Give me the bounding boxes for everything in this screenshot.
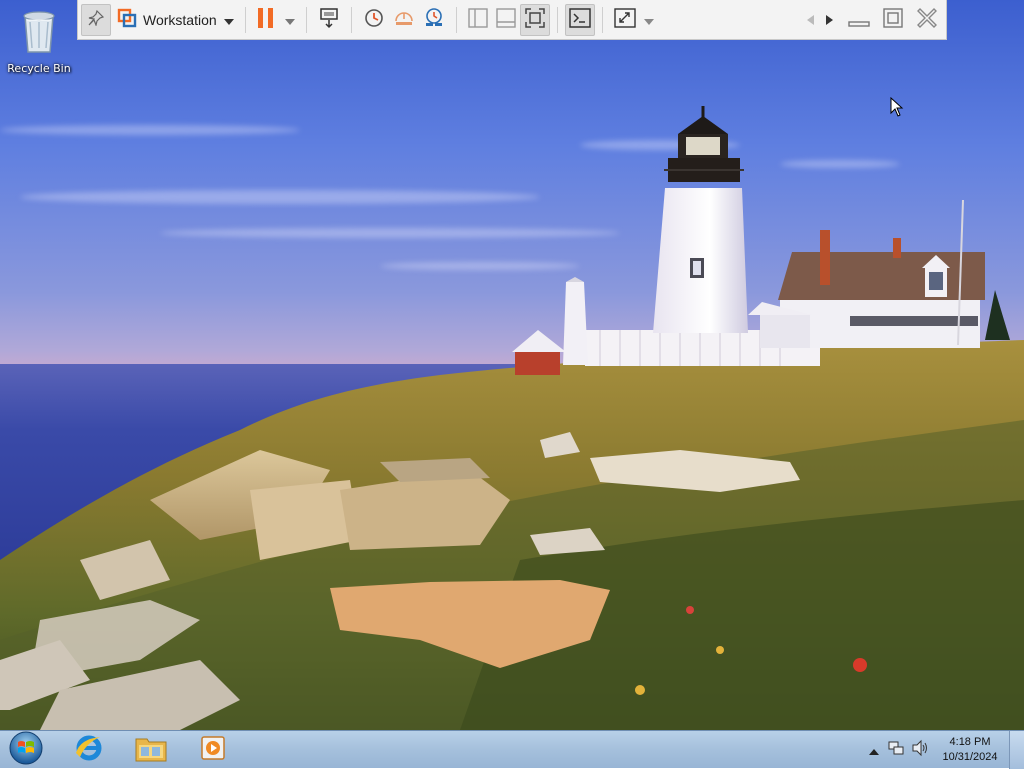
windows-explorer-icon <box>135 734 167 766</box>
close-button[interactable] <box>910 4 944 36</box>
pause-button[interactable] <box>253 4 299 36</box>
recycle-bin-label: Recycle Bin <box>7 62 71 75</box>
send-ctrl-alt-del-button[interactable] <box>314 4 344 36</box>
minimize-icon <box>848 8 870 32</box>
taskbar-windows-explorer[interactable] <box>124 733 178 767</box>
nav-left-button[interactable] <box>802 4 820 36</box>
snapshot-manager-button[interactable] <box>419 4 449 36</box>
toolbar-separator <box>244 6 246 33</box>
system-tray: 4:18 PM 10/31/2024 <box>869 731 1024 769</box>
recycle-bin[interactable]: Recycle Bin <box>4 6 74 75</box>
full-screen-button[interactable] <box>610 4 658 36</box>
dropdown-icon <box>223 10 234 29</box>
close-icon <box>915 6 939 34</box>
show-desktop-button[interactable] <box>1009 731 1024 769</box>
pin-button[interactable] <box>81 3 111 36</box>
nav-right-icon <box>825 10 833 29</box>
toolbar-separator <box>455 6 457 33</box>
taskbar-media-player[interactable] <box>186 733 240 767</box>
taskbar-internet-explorer[interactable] <box>62 733 116 767</box>
toolbar-separator <box>601 6 603 33</box>
dropdown-icon[interactable] <box>643 10 654 29</box>
snapshot-icon <box>363 7 385 33</box>
fit-guest-button[interactable] <box>519 3 550 36</box>
revert-snapshot-button[interactable] <box>389 4 419 36</box>
vm-menu-button[interactable]: Workstation <box>111 4 238 36</box>
revert-snapshot-icon <box>393 7 415 33</box>
toolbar-separator <box>556 6 558 33</box>
thumbnail-bar-icon <box>495 7 516 32</box>
vmware-toolbar: Workstation <box>77 0 947 40</box>
full-screen-icon <box>613 7 636 32</box>
internet-explorer-icon <box>74 733 104 767</box>
nav-right-button[interactable] <box>820 4 838 36</box>
media-player-icon <box>199 734 227 766</box>
vm-name-label: Workstation <box>143 11 217 28</box>
thumbnail-bar-button[interactable] <box>492 4 520 36</box>
start-button[interactable] <box>6 730 46 770</box>
taskbar: 4:18 PM 10/31/2024 <box>0 730 1024 770</box>
console-view-button[interactable] <box>564 3 595 36</box>
windows-start-orb-icon <box>8 730 44 770</box>
sidebar-view-icon <box>467 7 488 32</box>
send-ctrl-alt-del-icon <box>318 7 340 33</box>
pause-icon <box>257 7 275 33</box>
dropdown-icon[interactable] <box>284 10 295 29</box>
network-icon[interactable] <box>887 739 905 761</box>
vmware-logo-icon <box>117 8 137 32</box>
nav-left-icon <box>807 10 815 29</box>
volume-icon[interactable] <box>911 739 929 761</box>
snapshot-manager-icon <box>423 7 445 33</box>
desktop-wallpaper <box>0 0 1024 730</box>
toolbar-separator <box>350 6 352 33</box>
console-view-icon <box>568 7 591 32</box>
recycle-bin-icon <box>19 11 59 60</box>
clock-date: 10/31/2024 <box>942 751 998 763</box>
pin-icon <box>88 9 105 30</box>
restore-icon <box>882 7 904 33</box>
mouse-cursor-icon <box>890 96 904 121</box>
clock[interactable]: 4:18 PM 10/31/2024 <box>935 735 1005 765</box>
snapshot-button[interactable] <box>359 4 389 36</box>
toolbar-separator <box>305 6 307 33</box>
restore-button[interactable] <box>876 4 910 36</box>
fit-guest-icon <box>524 7 545 32</box>
show-hidden-icons-icon[interactable] <box>869 741 879 760</box>
sidebar-view-button[interactable] <box>464 4 492 36</box>
minimize-button[interactable] <box>842 4 876 36</box>
clock-time: 4:18 PM <box>949 736 991 748</box>
